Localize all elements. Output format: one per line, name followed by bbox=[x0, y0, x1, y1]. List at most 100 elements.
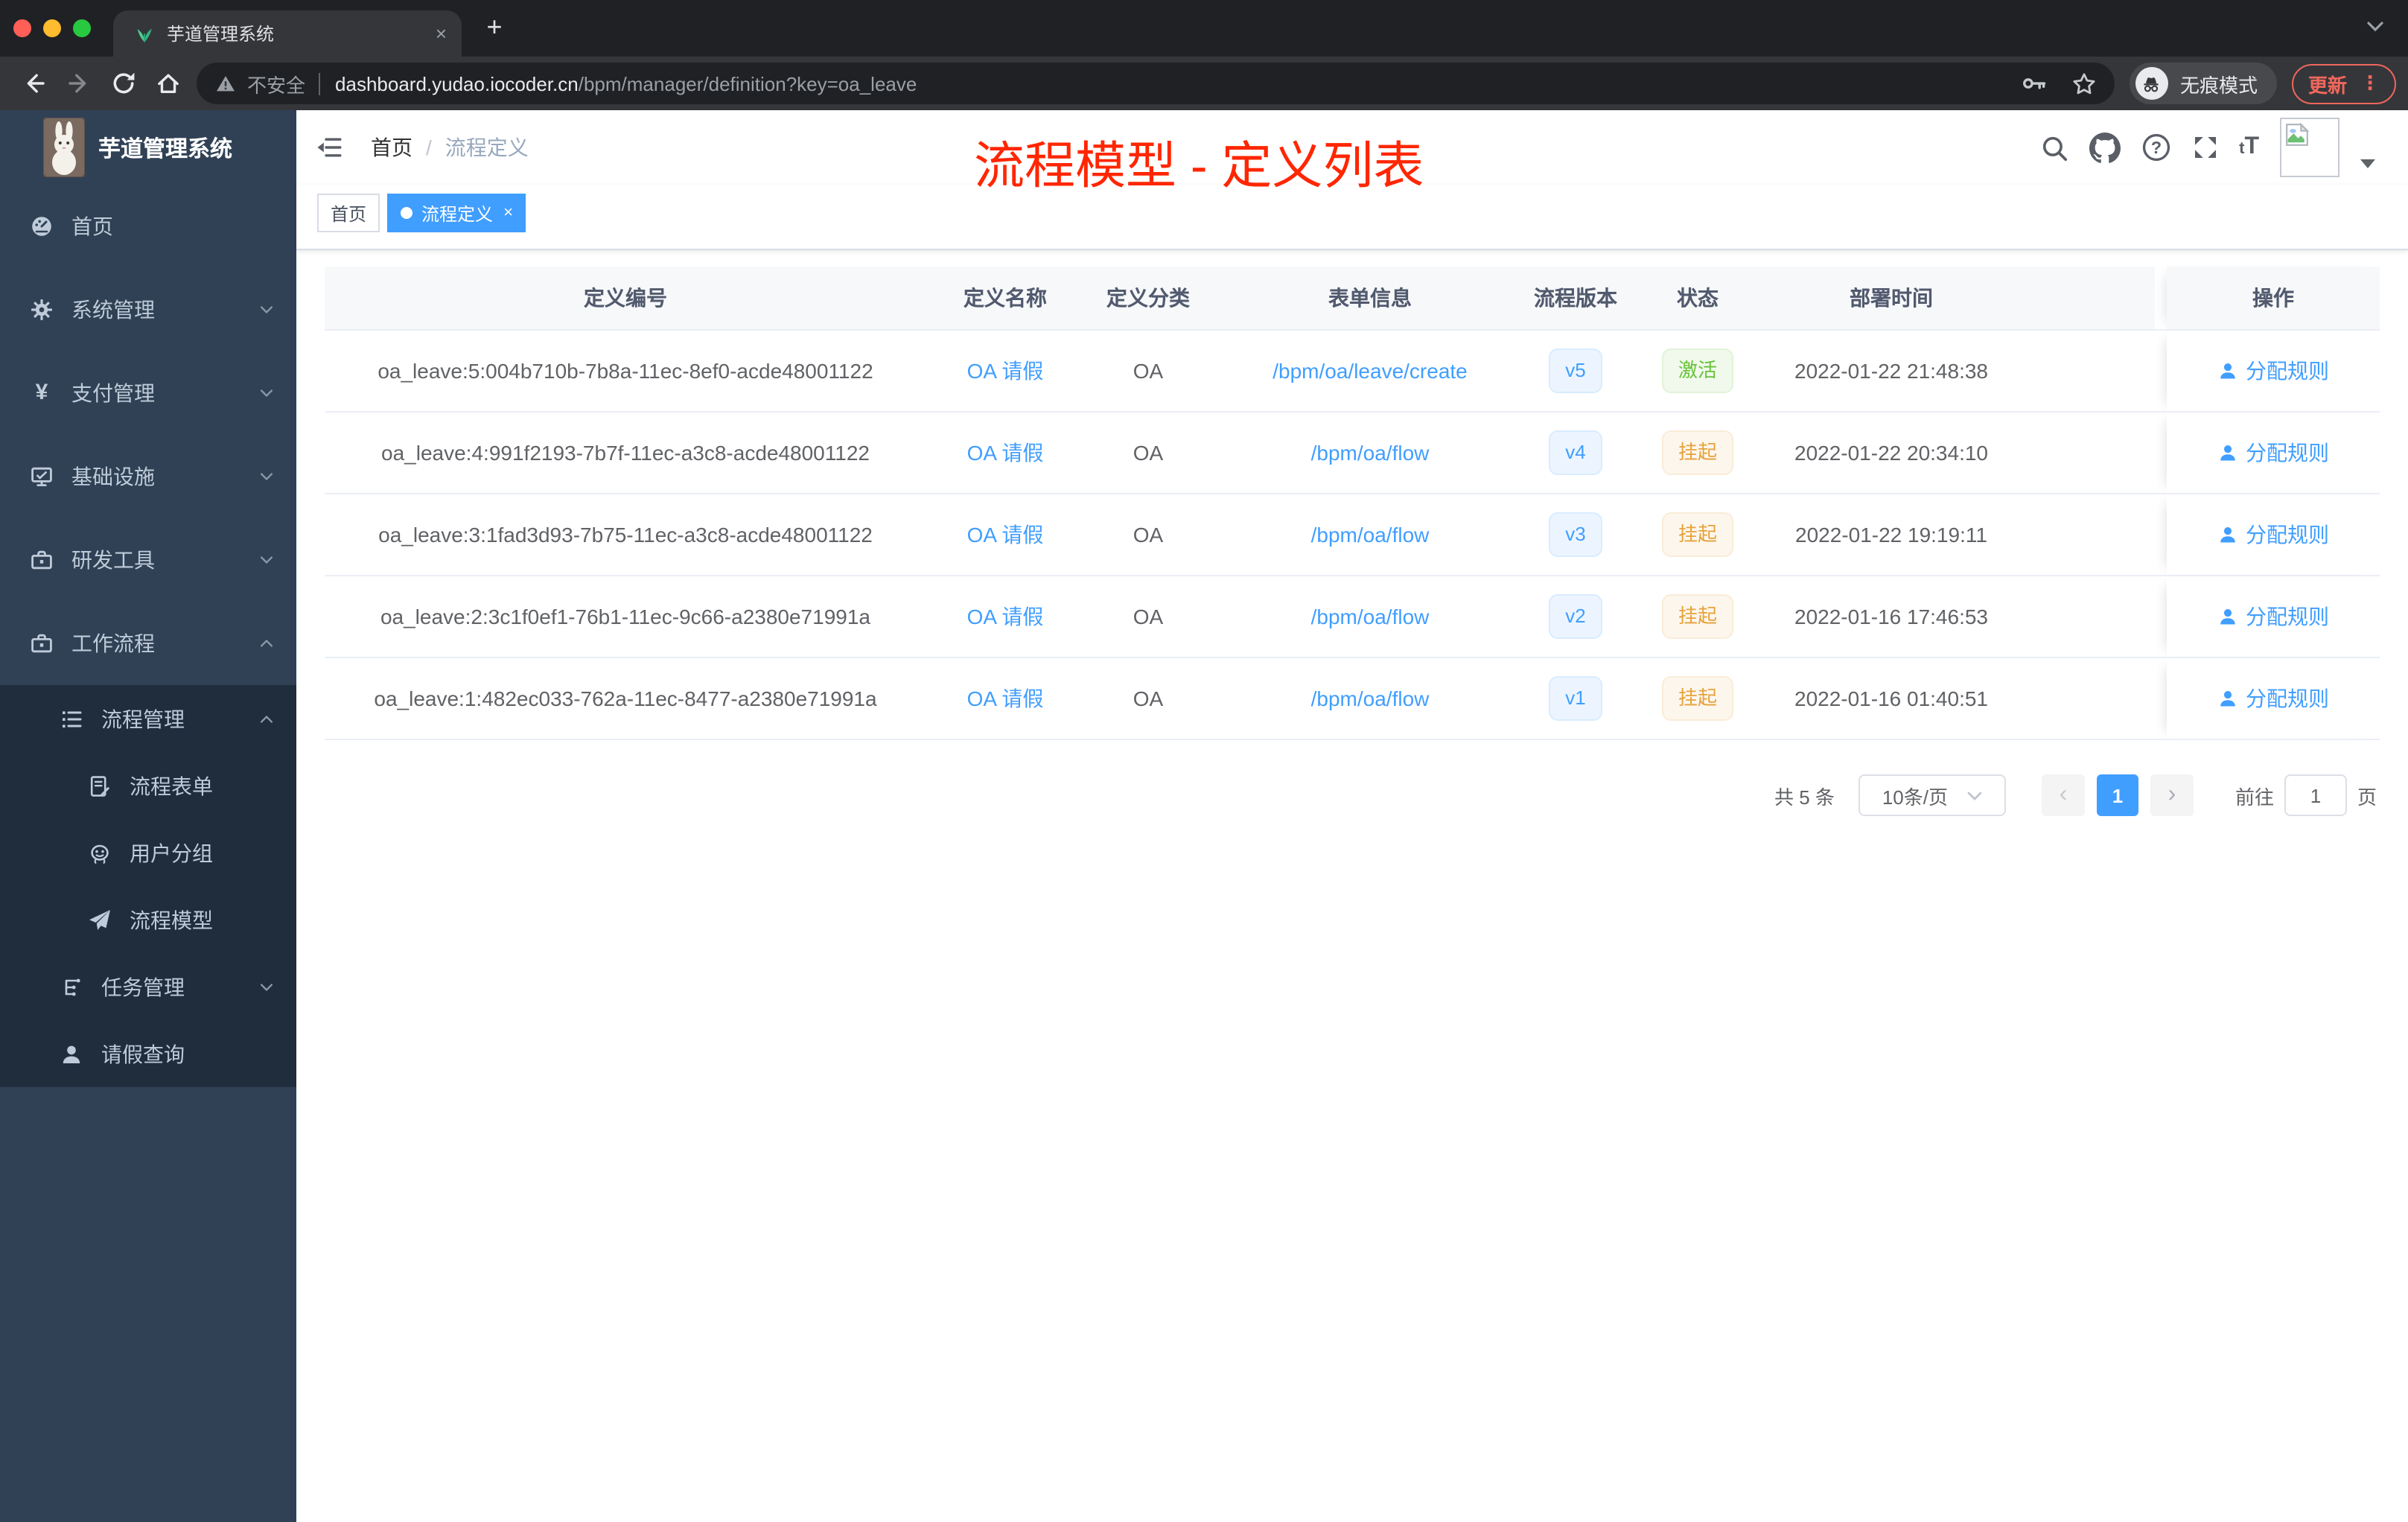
definition-name-link[interactable]: OA 请假 bbox=[967, 684, 1044, 713]
new-tab-button[interactable]: + bbox=[477, 9, 512, 45]
home-button[interactable] bbox=[146, 70, 191, 97]
cell-filler bbox=[2010, 331, 2155, 413]
cell-category: OA bbox=[1084, 331, 1212, 413]
cell-deployed-time: 2022-01-16 17:46:53 bbox=[1772, 576, 2010, 658]
sidebar-item-label: 基础设施 bbox=[71, 465, 155, 488]
definition-name-link[interactable]: OA 请假 bbox=[967, 438, 1044, 468]
col-header-deployed: 部署时间 bbox=[1772, 267, 2010, 331]
browser-toolbar: 不安全 dashboard.yudao.iocoder.cn/bpm/manag… bbox=[0, 57, 2408, 110]
assign-rule-link[interactable]: 分配规则 bbox=[2217, 602, 2329, 631]
reload-button[interactable] bbox=[101, 70, 146, 97]
tag-tab-process-definition[interactable]: 流程定义 × bbox=[387, 194, 526, 232]
cell-category: OA bbox=[1084, 494, 1212, 576]
form-link[interactable]: /bpm/oa/flow bbox=[1311, 523, 1430, 547]
password-key-icon[interactable] bbox=[2021, 70, 2048, 97]
sidebar-item-user-group[interactable]: 用户分组 bbox=[0, 819, 296, 886]
page-size-select[interactable]: 10条/页 bbox=[1858, 774, 2006, 816]
sidebar-item-infrastructure[interactable]: 基础设施 bbox=[0, 435, 296, 518]
forward-button[interactable] bbox=[57, 70, 101, 97]
sidebar-item-process-model[interactable]: 流程模型 bbox=[0, 886, 296, 953]
cell-deployed-time: 2022-01-22 20:34:10 bbox=[1772, 413, 2010, 494]
browser-tab-strip: 芋道管理系统 × + bbox=[0, 0, 2408, 57]
tag-close-icon[interactable]: × bbox=[503, 204, 513, 222]
sidebar-item-payment[interactable]: ¥ 支付管理 bbox=[0, 351, 296, 435]
screenshot-viewport: 芋道管理系统 × + 不安全 dashboard.yudao.iocoder.c… bbox=[0, 0, 2408, 1522]
pagination-total: 共 5 条 bbox=[1774, 786, 1835, 808]
prev-page-button[interactable]: ‹ bbox=[2041, 774, 2085, 816]
sidebar-item-system[interactable]: 系统管理 bbox=[0, 268, 296, 351]
bookmark-star-icon[interactable] bbox=[2071, 71, 2097, 96]
breadcrumb-home[interactable]: 首页 bbox=[371, 133, 413, 162]
incognito-label: 无痕模式 bbox=[2179, 74, 2258, 96]
goto-page-input[interactable] bbox=[2284, 774, 2347, 816]
status-badge: 挂起 bbox=[1661, 512, 1733, 557]
browser-tab[interactable]: 芋道管理系统 × bbox=[113, 10, 462, 57]
browser-update-button[interactable]: 更新 ⋮ bbox=[2291, 63, 2396, 104]
svg-text:?: ? bbox=[2150, 138, 2161, 157]
form-link[interactable]: /bpm/oa/flow bbox=[1311, 687, 1430, 710]
tag-label: 流程定义 bbox=[421, 203, 494, 224]
security-label[interactable]: 不安全 bbox=[247, 69, 305, 98]
active-dot bbox=[401, 207, 413, 219]
sidebar-logo: 芋道管理系统 bbox=[0, 110, 296, 185]
page-size-value: 10条/页 bbox=[1882, 786, 1948, 808]
avatar-caret-icon[interactable] bbox=[2360, 159, 2375, 168]
tab-close-icon[interactable]: × bbox=[436, 22, 447, 45]
fixed-column-gap bbox=[2155, 658, 2167, 740]
sidebar-item-workflow[interactable]: 工作流程 bbox=[0, 602, 296, 685]
assign-rule-link[interactable]: 分配规则 bbox=[2217, 356, 2329, 386]
sidebar-item-home[interactable]: 首页 bbox=[0, 185, 296, 268]
col-header-status: 状态 bbox=[1623, 267, 1772, 331]
sidebar-menu: 首页 系统管理 ¥ 支付管理 基础设施 研发工具 工作流程 流程管理 流程表单 … bbox=[0, 185, 296, 1087]
window-zoom-button[interactable] bbox=[73, 19, 91, 37]
version-badge: v4 bbox=[1549, 430, 1602, 475]
search-icon[interactable] bbox=[2039, 133, 2068, 162]
assign-rule-link[interactable]: 分配规则 bbox=[2217, 520, 2329, 550]
chevron-down-icon bbox=[260, 983, 273, 990]
avatar bbox=[43, 118, 85, 177]
address-bar[interactable]: 不安全 dashboard.yudao.iocoder.cn/bpm/manag… bbox=[197, 63, 2115, 104]
form-link[interactable]: /bpm/oa/flow bbox=[1311, 441, 1430, 465]
cell-definition-id: oa_leave:5:004b710b-7b8a-11ec-8ef0-acde4… bbox=[325, 331, 926, 413]
goto-unit: 页 bbox=[2357, 786, 2377, 808]
sidebar-item-task-management[interactable]: 任务管理 bbox=[0, 953, 296, 1020]
cell-filler bbox=[2010, 413, 2155, 494]
sidebar-item-dev-tools[interactable]: 研发工具 bbox=[0, 518, 296, 602]
sidebar-item-label: 支付管理 bbox=[71, 381, 155, 405]
cell-deployed-time: 2022-01-22 19:19:11 bbox=[1772, 494, 2010, 576]
version-badge: v2 bbox=[1549, 594, 1602, 639]
back-button[interactable] bbox=[12, 70, 57, 97]
cell-definition-id: oa_leave:2:3c1f0ef1-76b1-11ec-9c66-a2380… bbox=[325, 576, 926, 658]
browser-menu-kebab-icon[interactable]: ⋮ bbox=[2360, 71, 2380, 95]
security-warning-icon[interactable] bbox=[214, 72, 237, 95]
dashboard-icon bbox=[30, 214, 54, 238]
font-size-icon[interactable]: tT bbox=[2239, 135, 2259, 159]
current-page-button[interactable]: 1 bbox=[2096, 774, 2138, 816]
tag-tab-home[interactable]: 首页 bbox=[317, 194, 380, 232]
definition-name-link[interactable]: OA 请假 bbox=[967, 602, 1044, 631]
window-close-button[interactable] bbox=[13, 19, 31, 37]
next-page-button[interactable]: › bbox=[2150, 774, 2194, 816]
chevron-down-icon bbox=[260, 556, 273, 564]
sidebar-item-leave-query[interactable]: 请假查询 bbox=[0, 1020, 296, 1087]
fixed-column-gap bbox=[2155, 494, 2167, 576]
sidebar-collapse-icon[interactable] bbox=[316, 134, 343, 161]
version-badge: v5 bbox=[1549, 348, 1602, 393]
window-minimize-button[interactable] bbox=[43, 19, 61, 37]
form-link[interactable]: /bpm/oa/leave/create bbox=[1273, 359, 1468, 383]
user-avatar-broken-image[interactable] bbox=[2280, 118, 2339, 177]
definition-table: 定义编号 定义名称 定义分类 表单信息 流程版本 状态 部署时间 操作 oa_l… bbox=[325, 267, 2380, 740]
assign-rule-link[interactable]: 分配规则 bbox=[2217, 684, 2329, 713]
help-icon[interactable]: ? bbox=[2141, 133, 2170, 162]
definition-name-link[interactable]: OA 请假 bbox=[967, 520, 1044, 550]
tab-search-chevron-icon[interactable] bbox=[2366, 21, 2384, 33]
sidebar-item-process-form[interactable]: 流程表单 bbox=[0, 752, 296, 819]
monitor-icon bbox=[30, 465, 54, 488]
assign-rule-link[interactable]: 分配规则 bbox=[2217, 438, 2329, 468]
version-badge: v3 bbox=[1549, 512, 1602, 557]
github-icon[interactable] bbox=[2089, 132, 2121, 163]
form-link[interactable]: /bpm/oa/flow bbox=[1311, 605, 1430, 628]
fullscreen-icon[interactable] bbox=[2191, 134, 2218, 161]
sidebar-item-process-management[interactable]: 流程管理 bbox=[0, 685, 296, 752]
definition-name-link[interactable]: OA 请假 bbox=[967, 356, 1044, 386]
